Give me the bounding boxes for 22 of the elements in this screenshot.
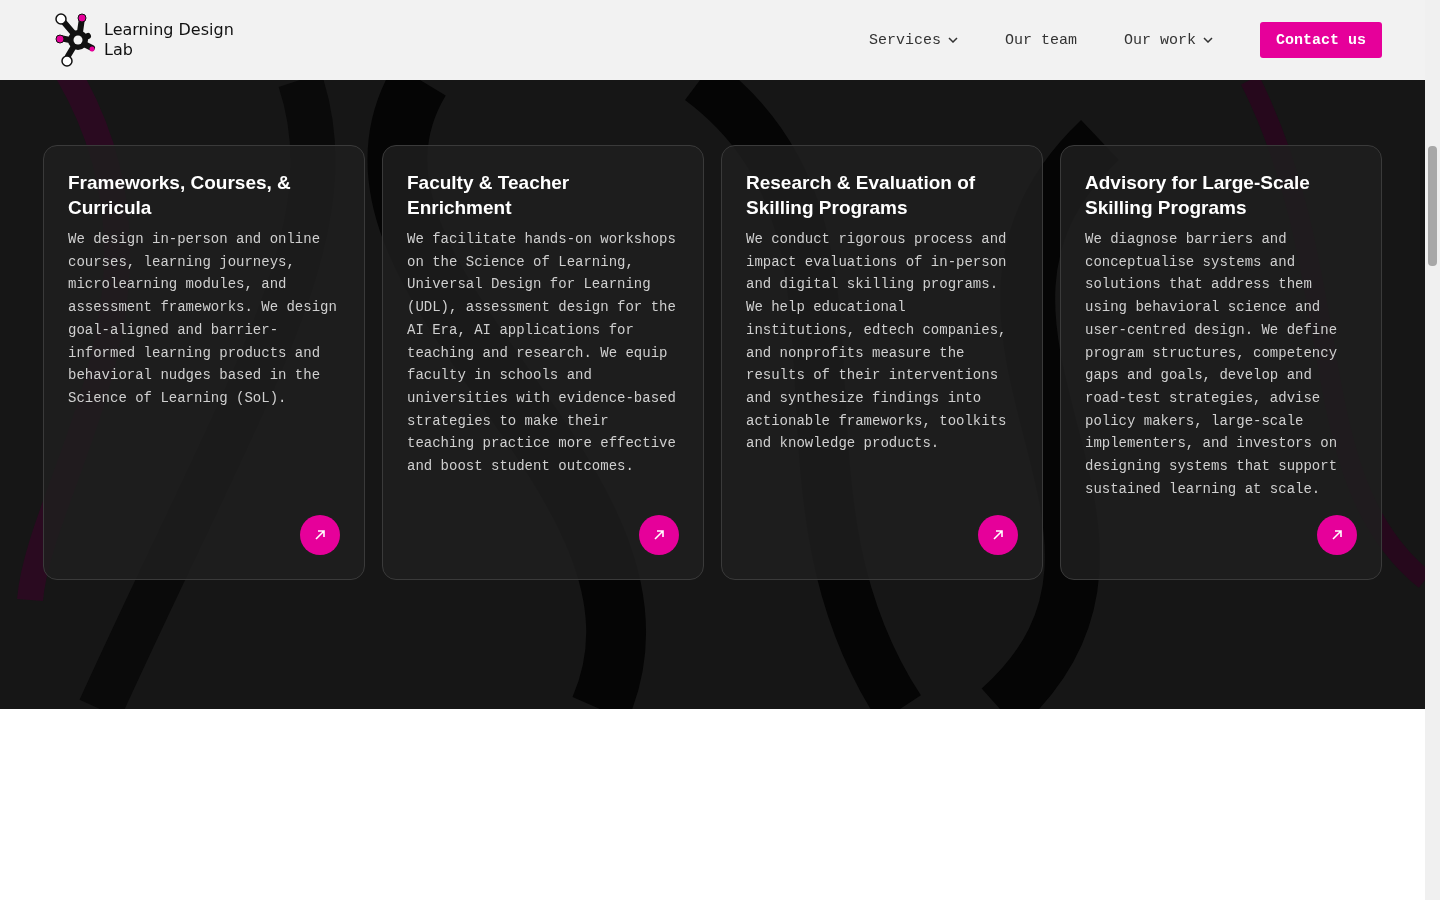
nav-link[interactable]: Our team: [1004, 31, 1077, 49]
arrow-button[interactable]: [1317, 515, 1357, 555]
card-description: We diagnose barriers and conceptualise systems and solutions that address them using behavioral science and user-centred design. We define program structures, competency gaps and goals, develop and road-test strategies, advise policy makers, large-scale implementers, and investors on designing systems that support sustained learning at scale.: [1085, 230, 1339, 499]
arrow-up-right-icon: [991, 528, 1005, 542]
scrollbar[interactable]: [1425, 0, 1440, 900]
card-description: We design in-person and online courses, learning journeys, microlearning modules, and assessment frameworks. We design goal-aligned and barrier-informed learning products and behavioral nudges based in the Science of Learning (SoL).: [68, 230, 338, 408]
nav-link[interactable]: Services: [868, 31, 958, 49]
card-title: Frameworks, Courses, & Curricula: [68, 171, 292, 220]
arrow-button[interactable]: [300, 515, 340, 555]
arrow-button[interactable]: [978, 515, 1018, 555]
card-title: Faculty & Teacher Enrichment: [407, 171, 571, 220]
arrow-up-right-icon: [652, 528, 666, 542]
card-description: We facilitate hands-on workshops on the Science of Learning, Universal Design for Learning (UDL), assessment design for the AI Era, AI applications for teaching and research. We equip faculty in schools and universities with evidence-based strategies to make their teaching practice more effective and boost student outcomes.: [407, 230, 677, 477]
card-title: Advisory for Large-Scale Skilling Programs: [1085, 171, 1311, 220]
arrow-up-right-icon: [1330, 528, 1344, 542]
logo-text[interactable]: Learning Design Lab: [104, 20, 244, 60]
arrow-button[interactable]: [639, 515, 679, 555]
contact-button[interactable]: Contact us: [1260, 22, 1382, 58]
arrow-up-right-icon: [313, 528, 327, 542]
card-description: We conduct rigorous process and impact evaluations of in-person and digital skilling programs. We help educational institutions, edtech companies, and nonprofits measure the results of their interventions and synthesize findings into actionable frameworks, toolkits and knowledge products.: [746, 230, 1008, 454]
nav-link[interactable]: Our work: [1123, 31, 1213, 49]
card-title: Research & Evaluation of Skilling Programs: [746, 171, 977, 220]
